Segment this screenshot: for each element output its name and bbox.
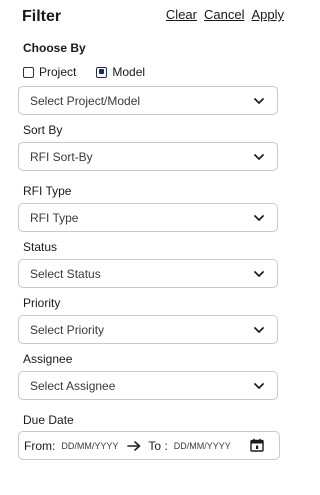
rfi-type-select[interactable]: RFI Type [18,203,278,232]
from-label: From: [24,438,56,453]
project-model-select[interactable]: Select Project/Model [18,86,278,115]
chevron-down-icon [254,98,264,104]
status-select[interactable]: Select Status [18,259,278,288]
from-date-input[interactable]: DD/MM/YYYY [61,441,118,451]
sort-by-select[interactable]: RFI Sort-By [18,142,278,171]
priority-label: Priority [23,296,61,310]
status-select-value: Select Status [30,266,101,281]
status-label: Status [23,240,58,254]
model-checkbox[interactable] [96,66,108,78]
due-date-label: Due Date [23,413,74,427]
chevron-down-icon [254,271,264,277]
to-date-input[interactable]: DD/MM/YYYY [174,441,231,451]
option-project[interactable]: Project [23,65,76,79]
choose-by-label: Choose By [23,41,86,55]
assignee-select-value: Select Assignee [30,378,116,393]
due-date-range: From: DD/MM/YYYY To : DD/MM/YYYY [18,431,280,460]
cancel-button[interactable]: Cancel [204,7,244,22]
sort-by-label: Sort By [23,123,63,137]
assignee-select[interactable]: Select Assignee [18,371,278,400]
priority-select-value: Select Priority [30,322,105,337]
filter-header: Filter Clear Cancel Apply [22,7,284,29]
rfi-type-select-value: RFI Type [30,210,79,225]
chevron-down-icon [254,327,264,333]
arrow-right-icon [127,440,141,451]
chevron-down-icon [254,383,264,389]
option-project-label: Project [39,65,77,79]
project-checkbox[interactable] [23,66,34,78]
to-label: To : [148,438,168,453]
chevron-down-icon [254,154,264,160]
priority-select[interactable]: Select Priority [18,315,278,344]
option-model-label: Model [112,65,146,79]
assignee-label: Assignee [23,352,73,366]
choose-by-options: Project Model [23,64,165,80]
clear-button[interactable]: Clear [166,7,197,22]
apply-button[interactable]: Apply [251,7,284,22]
chevron-down-icon [254,215,264,221]
sort-by-select-value: RFI Sort-By [30,149,93,164]
calendar-icon[interactable] [250,438,264,452]
header-actions: Clear Cancel Apply [166,7,284,22]
filter-title: Filter [22,8,62,25]
rfi-type-label: RFI Type [23,184,72,198]
project-model-select-value: Select Project/Model [30,93,141,108]
option-model[interactable]: Model [96,65,145,79]
